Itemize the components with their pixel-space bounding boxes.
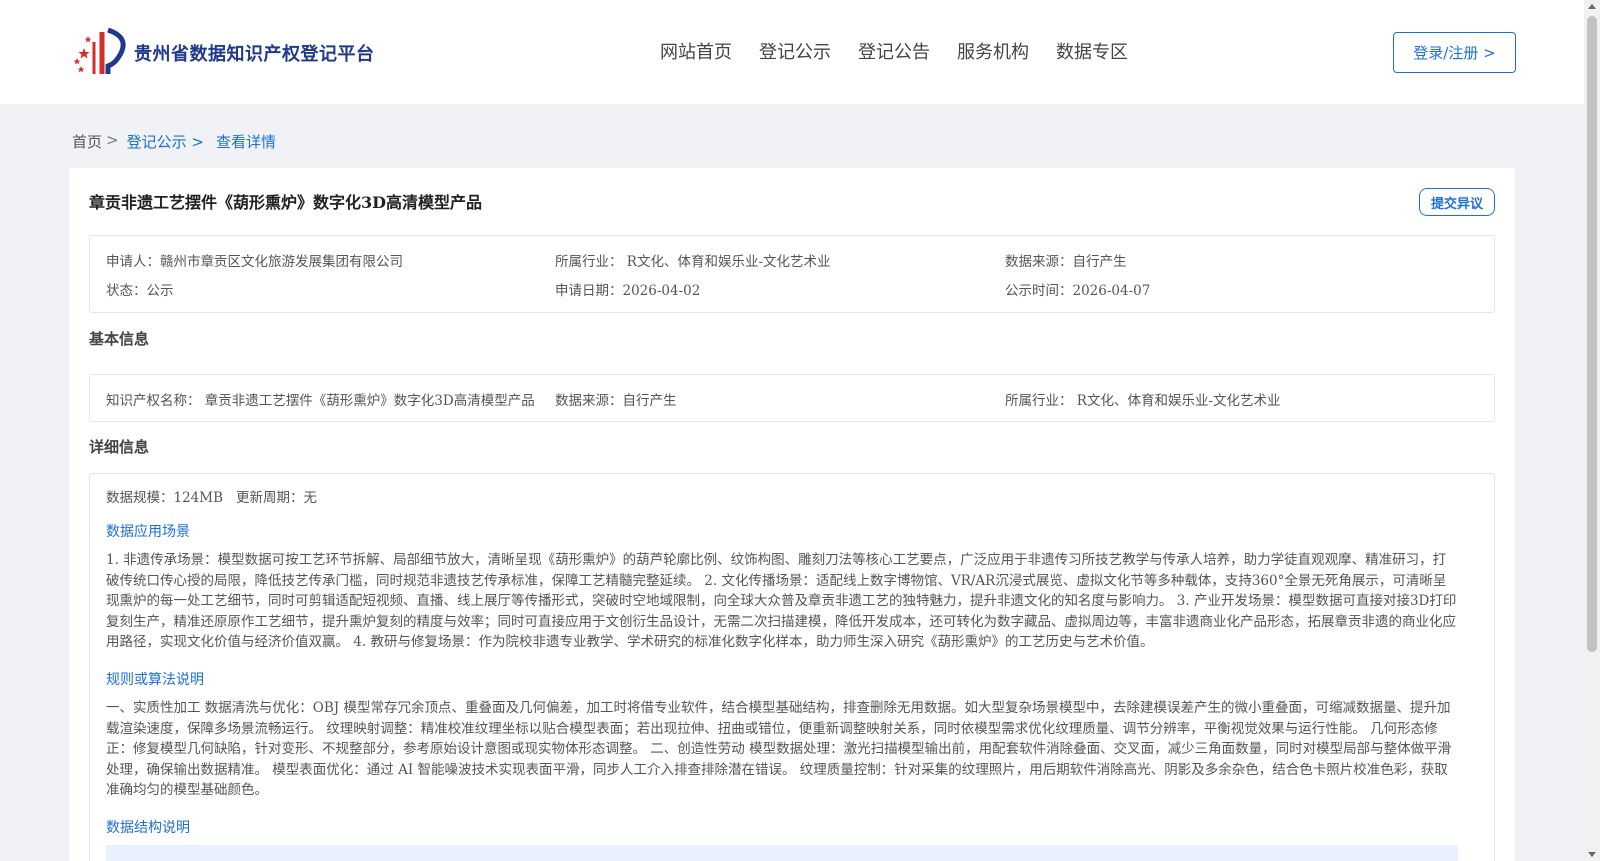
detail-card: 章贡非遗工艺摆件《葫形熏炉》数字化3D高清模型产品 提交异议 申请人：赣州市章贡… [69,168,1515,861]
data-source: 数据来源：自行产生 [1005,254,1127,270]
page-scrollbar[interactable] [1584,0,1600,861]
detail-info-box: 数据规模：124MB 更新周期：无 数据应用场景 1. 非遗传承场景：模型数据可… [89,473,1495,861]
breadcrumb-separator: > [106,131,119,149]
breadcrumb-home[interactable]: 首页 [72,131,102,152]
industry: 所属行业： R文化、体育和娱乐业-文化艺术业 [555,254,831,270]
data-scale: 数据规模：124MB [106,490,224,506]
site-name: 贵州省数据知识产权登记平台 [134,44,375,65]
update-cycle: 更新周期：无 [236,490,317,506]
publicity-date: 公示时间：2026-04-07 [1005,283,1151,299]
logo-emblem-icon [72,27,130,78]
basic-data-source: 数据来源：自行产生 [555,393,677,409]
scenario-text: 1. 非遗传承场景：模型数据可按工艺环节拆解、局部细节放大，清晰呈现《葫形熏炉》… [106,552,1457,651]
basic-industry: 所属行业： R文化、体育和娱乐业-文化艺术业 [1005,393,1281,409]
scenario-heading: 数据应用场景 [106,524,190,540]
nav-item-registration-announcement[interactable]: 登记公告 [858,38,930,64]
apply-date: 申请日期：2026-04-02 [555,283,701,299]
ip-name: 知识产权名称： 章贡非遗工艺摆件《葫形熏炉》数字化3D高清模型产品 [106,393,535,409]
status: 状态：公示 [106,283,174,299]
basic-info-title: 基本信息 [89,330,150,348]
site-logo[interactable]: 贵州省数据知识产权登记平台 [72,27,375,78]
scroll-down-icon[interactable] [1588,852,1596,857]
scroll-thumb[interactable] [1587,16,1597,652]
algorithm-text: 一、实质性加工 数据清洗与优化：OBJ 模型常存冗余顶点、重叠面及几何偏差，加工… [106,700,1452,799]
basic-info-box: 知识产权名称： 章贡非遗工艺摆件《葫形熏炉》数字化3D高清模型产品 数据来源：自… [89,374,1495,422]
scroll-up-icon[interactable] [1588,4,1596,9]
structure-table-header [106,845,1458,861]
applicant: 申请人：赣州市章贡区文化旅游发展集团有限公司 [106,254,403,270]
breadcrumb-registration-publicity[interactable]: 登记公示 > [127,131,204,152]
algorithm-heading: 规则或算法说明 [106,672,204,688]
nav-item-data-zone[interactable]: 数据专区 [1056,38,1128,64]
breadcrumb-view-details[interactable]: 查看详情 [216,131,276,152]
nav-item-service-agencies[interactable]: 服务机构 [957,38,1029,64]
summary-box: 申请人：赣州市章贡区文化旅游发展集团有限公司 所属行业： R文化、体育和娱乐业-… [89,235,1495,313]
breadcrumb: 首页 > 登记公示 > 查看详情 [72,131,276,152]
site-header: 贵州省数据知识产权登记平台 网站首页 登记公示 登记公告 服务机构 数据专区 登… [0,0,1584,104]
submit-objection-button[interactable]: 提交异议 [1419,188,1495,216]
structure-heading: 数据结构说明 [106,820,190,836]
nav-item-registration-publicity[interactable]: 登记公示 [759,38,831,64]
detail-info-title: 详细信息 [89,438,150,456]
product-title: 章贡非遗工艺摆件《葫形熏炉》数字化3D高清模型产品 [89,193,483,212]
main-nav: 网站首页 登记公示 登记公告 服务机构 数据专区 [660,38,1155,64]
login-register-button[interactable]: 登录/注册 > [1393,32,1516,73]
nav-item-home[interactable]: 网站首页 [660,38,732,64]
